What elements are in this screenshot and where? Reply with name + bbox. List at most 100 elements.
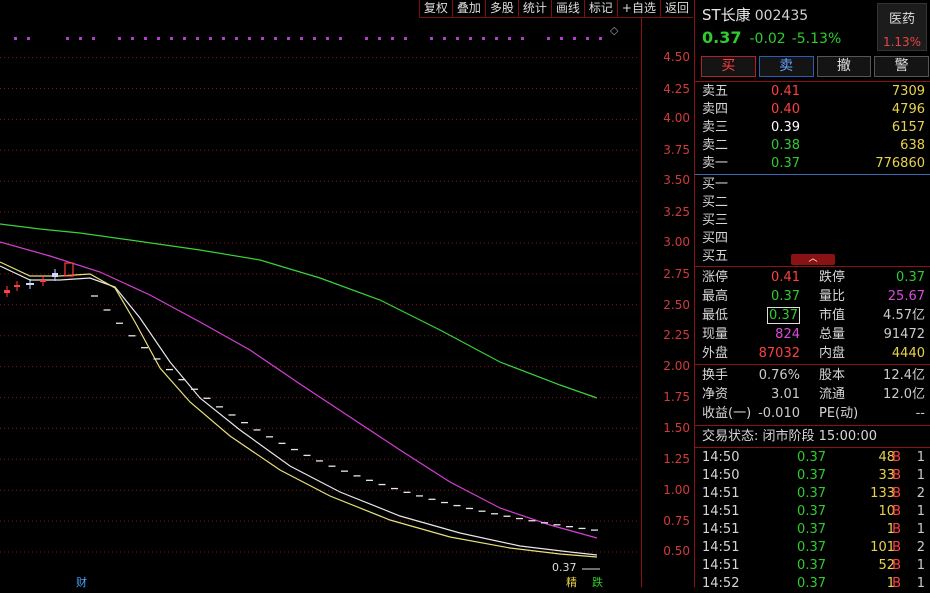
ma-line-green [0, 223, 598, 399]
stat-value: 0.41 [771, 270, 800, 285]
event-dot [365, 37, 368, 40]
order-label: 买二 [702, 195, 729, 210]
ma-line-yellow [0, 261, 598, 558]
event-dot [131, 37, 134, 40]
tick-row: 14:50 0.37 33 B 1 [695, 467, 930, 485]
sell-button[interactable]: 卖 [758, 56, 814, 77]
stat-label: PE(动) [819, 406, 859, 421]
tick-price: 0.37 [797, 468, 826, 483]
multi-stock-button[interactable]: 多股 [484, 0, 518, 18]
current-price: 0.37 [702, 28, 742, 47]
y-tick-label: 1.50 [663, 421, 690, 435]
stats-row: 涨停 0.41 跌停 0.37 [695, 269, 930, 287]
stock-header: ST长康 002435 0.37 -0.02 -5.13% 医药 1.13% [695, 0, 930, 52]
order-price: 0.41 [771, 84, 800, 99]
buy-button[interactable]: 买 [701, 56, 756, 77]
stock-quote: 0.37 -0.02 -5.13% [702, 28, 847, 47]
stat-value: 0.76% [758, 368, 800, 383]
tick-side: B [892, 522, 901, 537]
finance-marker[interactable]: 财 [76, 574, 87, 590]
tick-time: 14:50 [702, 468, 740, 483]
y-tick-label: 2.75 [663, 267, 690, 281]
stat-value: 0.37 [896, 270, 925, 285]
order-label: 卖三 [702, 120, 729, 135]
stat-label: 量比 [819, 289, 846, 304]
restore-rights-button[interactable]: 复权 [418, 0, 452, 18]
tick-side: B [892, 540, 901, 555]
trade-status: 交易状态: 闭市阶段 15:00:00 [695, 428, 930, 446]
stat-label: 最高 [702, 289, 729, 304]
stat-label: 外盘 [702, 346, 729, 361]
tick-time: 14:51 [702, 558, 740, 573]
statistics-button[interactable]: 统计 [517, 0, 551, 18]
event-dot [287, 37, 290, 40]
ma-line-magenta [0, 241, 598, 539]
stat-value: 4440 [891, 346, 925, 361]
order-volume: 638 [900, 138, 925, 153]
industry-badge[interactable]: 医药 1.13% [877, 3, 927, 51]
fine-marker[interactable]: 精 [566, 574, 577, 590]
tick-row: 14:51 0.37 52 B 1 [695, 557, 930, 575]
event-dot [391, 37, 394, 40]
add-favorite-button[interactable]: +自选 [616, 0, 660, 18]
tick-time: 14:51 [702, 486, 740, 501]
drop-marker[interactable]: 跌 [592, 574, 603, 590]
event-dot [248, 37, 251, 40]
buy-order-row[interactable]: 买三 [695, 212, 930, 230]
buy-order-row[interactable]: 买四 [695, 230, 930, 248]
event-dot [508, 37, 511, 40]
tick-price: 0.37 [797, 486, 826, 501]
event-dot [222, 37, 225, 40]
stat-value: 12.0亿 [883, 387, 925, 402]
stat-value: 824 [775, 327, 800, 342]
kline-chart-svg[interactable]: ◇ [0, 0, 693, 587]
event-dot [313, 37, 316, 40]
sell-order-row[interactable]: 卖五 0.41 7309 [695, 83, 930, 101]
order-volume: 6157 [891, 120, 925, 135]
event-dot [495, 37, 498, 40]
event-dot [92, 37, 95, 40]
order-price: 0.40 [771, 102, 800, 117]
mark-button[interactable]: 标记 [583, 0, 617, 18]
buy-order-row[interactable]: 买一 [695, 176, 930, 194]
tick-side: B [892, 450, 901, 465]
kline-chart[interactable]: ◇ 复权 叠加 多股 统计 画线 标记 +自选 返回 4.50 4.25 4.0… [0, 0, 693, 590]
cancel-order-button[interactable]: 撤 [816, 56, 872, 77]
sell-order-row[interactable]: 卖三 0.39 6157 [695, 119, 930, 137]
stat-value: 87032 [758, 346, 800, 361]
draw-line-button[interactable]: 画线 [550, 0, 584, 18]
event-dot [599, 37, 602, 40]
trade-buttons: 买 卖 撤 警 [701, 56, 929, 77]
tick-side: B [892, 504, 901, 519]
tick-count: 1 [916, 504, 925, 519]
event-dot [326, 37, 329, 40]
quote-panel: ST长康 002435 0.37 -0.02 -5.13% 医药 1.13% 买 卖 … [694, 0, 930, 591]
overlay-button[interactable]: 叠加 [451, 0, 485, 18]
event-dot [144, 37, 147, 40]
stats-row: 收益(一) -0.010 PE(动) -- [695, 405, 930, 423]
order-label: 卖一 [702, 156, 729, 171]
event-dot [196, 37, 199, 40]
sell-order-row[interactable]: 卖一 0.37 776860 [695, 155, 930, 173]
event-dot [274, 37, 277, 40]
last-price-tag: 0.37 [552, 561, 577, 574]
stats-row: 换手 0.76% 股本 12.4亿 [695, 367, 930, 385]
stat-label: 流通 [819, 387, 846, 402]
price-change: -0.02 [749, 31, 786, 47]
stock-code: 002435 [754, 8, 809, 24]
expand-up-icon[interactable]: ︿ [791, 254, 835, 265]
tick-price: 0.37 [797, 540, 826, 555]
back-button[interactable]: 返回 [659, 0, 693, 18]
event-dot [573, 37, 576, 40]
alert-button[interactable]: 警 [874, 56, 929, 77]
order-label: 买五 [702, 249, 729, 264]
sell-order-row[interactable]: 卖四 0.40 4796 [695, 101, 930, 119]
event-dot [560, 37, 563, 40]
tick-side: B [892, 576, 901, 591]
ma-line-white [0, 265, 598, 556]
tick-count: 1 [916, 558, 925, 573]
stat-label: 收益(一) [702, 406, 752, 421]
buy-order-row[interactable]: 买二 [695, 194, 930, 212]
order-label: 买四 [702, 231, 729, 246]
sell-order-row[interactable]: 卖二 0.38 638 [695, 137, 930, 155]
